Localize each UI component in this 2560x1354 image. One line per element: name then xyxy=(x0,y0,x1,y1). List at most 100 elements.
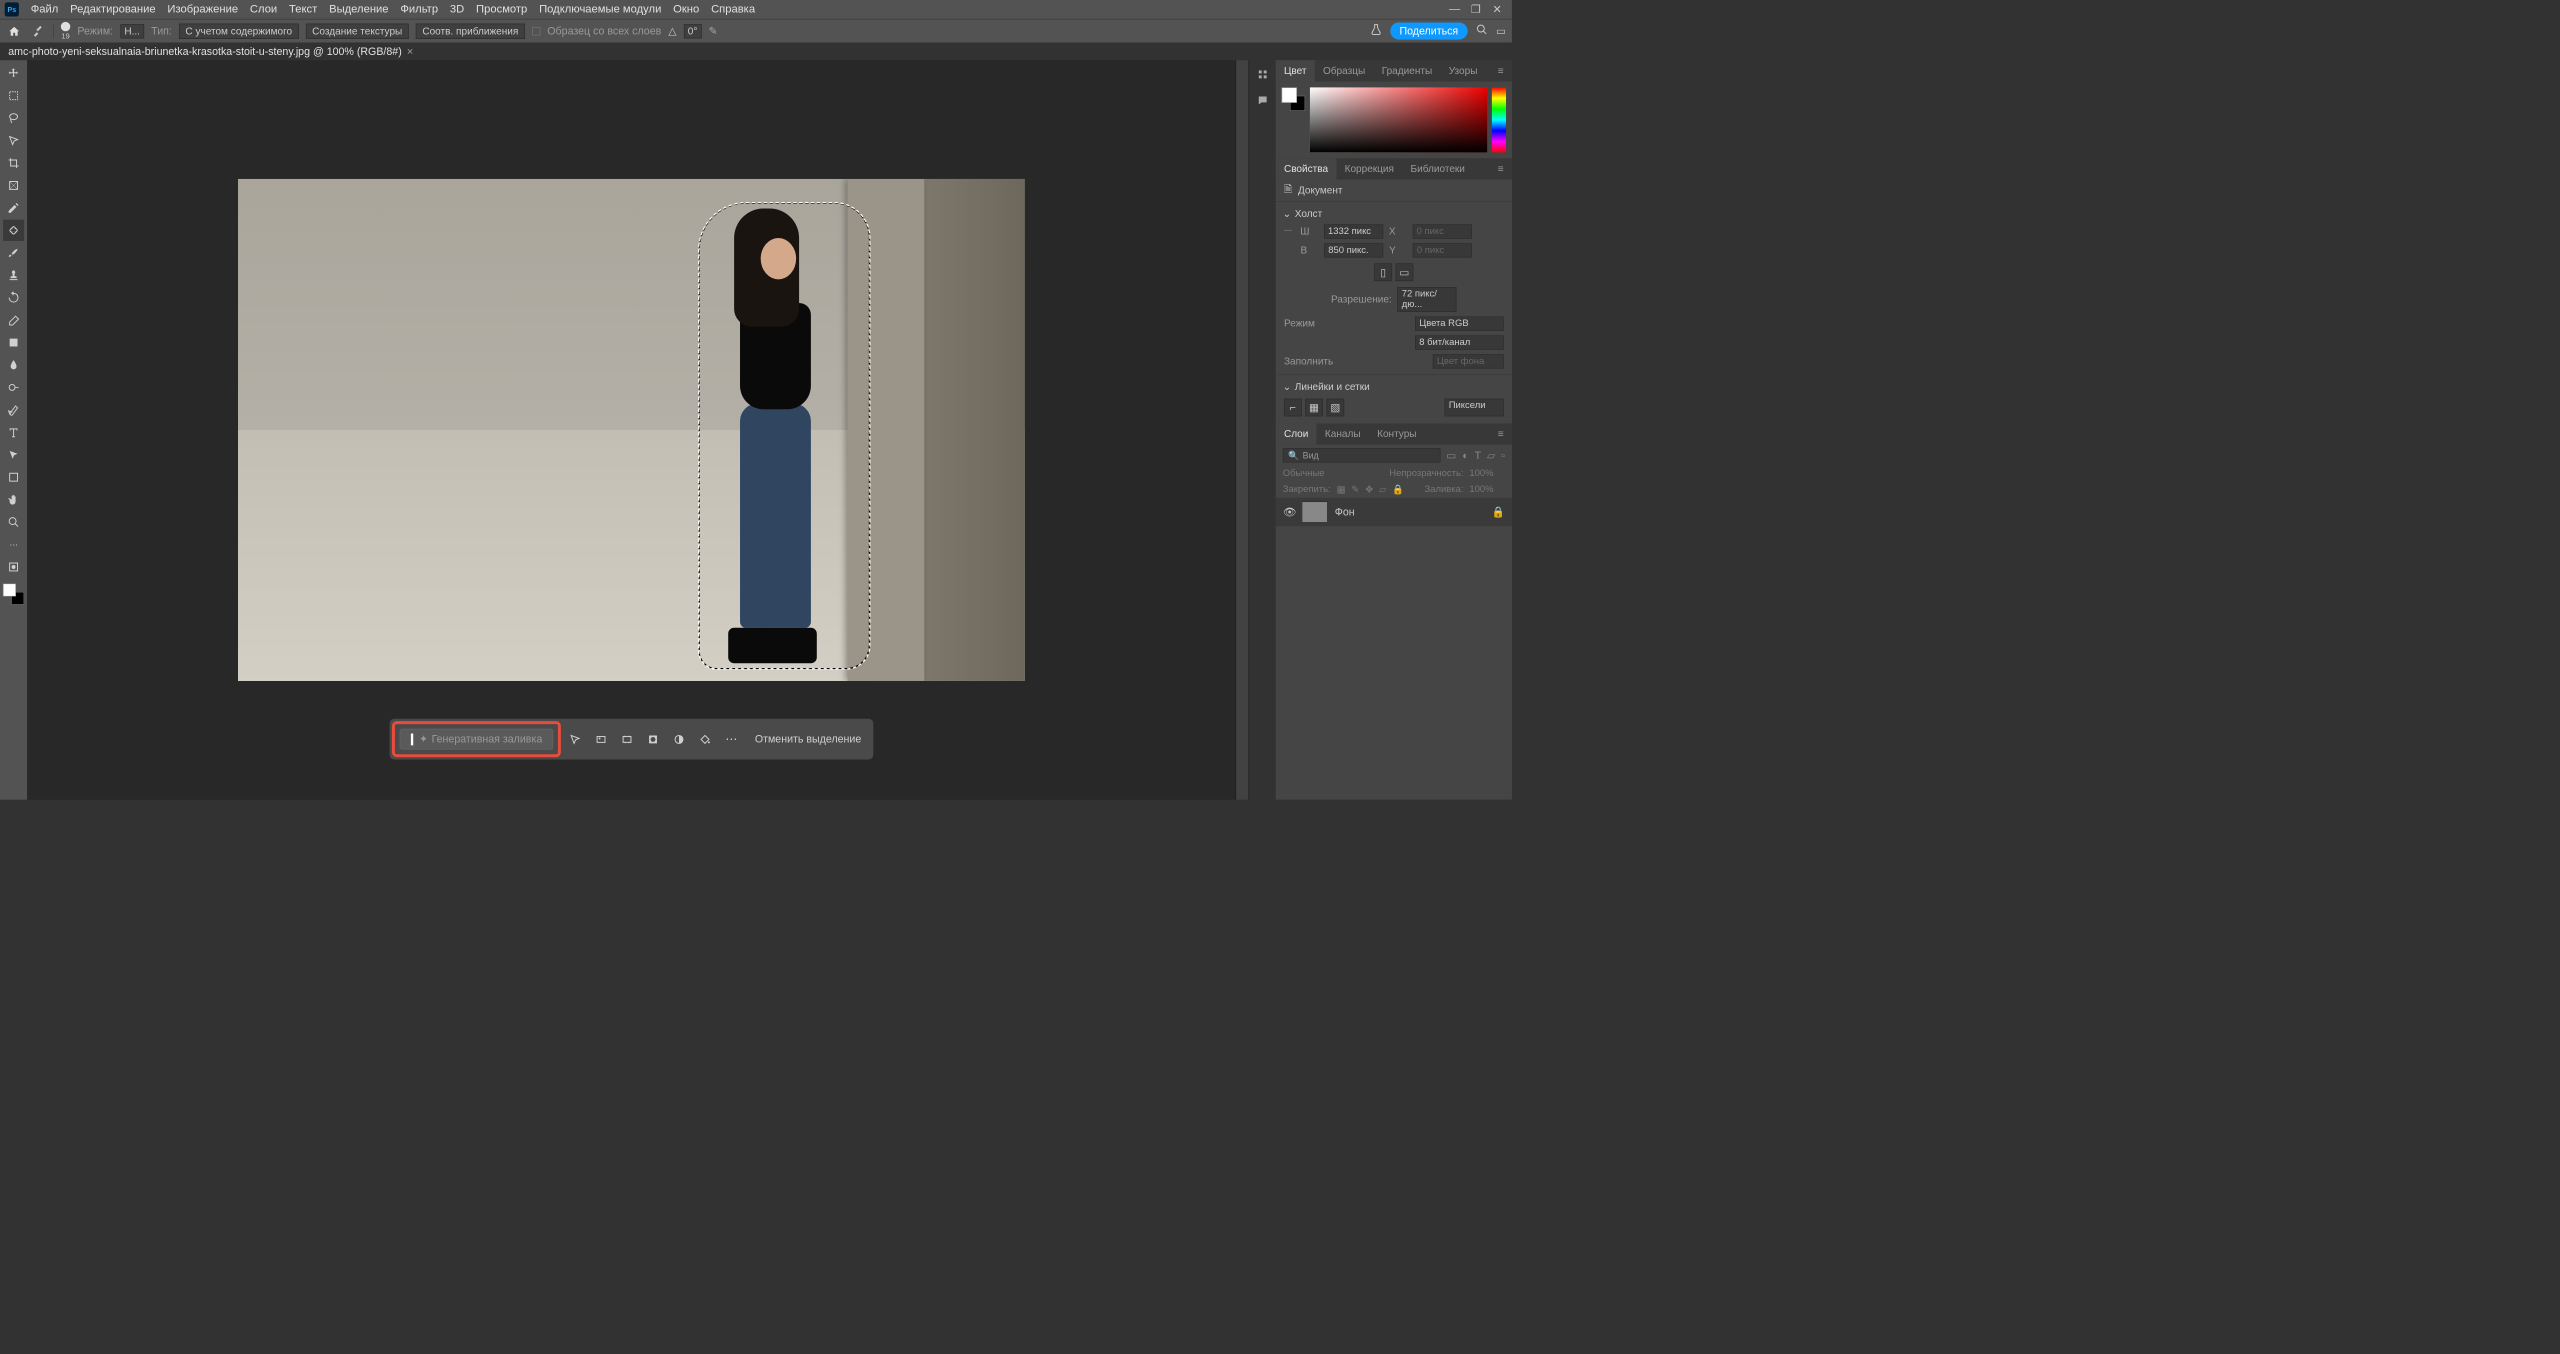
menu-edit[interactable]: Редактирование xyxy=(64,3,161,16)
fill-dropdown[interactable]: Цвет фона xyxy=(1433,354,1504,368)
marquee-tool-icon[interactable] xyxy=(3,85,24,106)
resolution-input[interactable]: 72 пикс/дю... xyxy=(1398,287,1457,312)
tab-paths[interactable]: Контуры xyxy=(1369,423,1425,444)
layer-item-background[interactable]: 👁 Фон 🔒 xyxy=(1276,498,1512,526)
type-tool-icon[interactable] xyxy=(3,422,24,443)
bit-depth-dropdown[interactable]: 8 бит/канал xyxy=(1415,335,1504,349)
search-icon[interactable] xyxy=(1476,24,1488,39)
menu-image[interactable]: Изображение xyxy=(162,3,244,16)
foreground-swatch[interactable] xyxy=(3,584,16,597)
guides-icon[interactable]: ▧ xyxy=(1326,399,1344,417)
lock-artboard-icon[interactable]: ▱ xyxy=(1379,484,1386,496)
tab-libraries[interactable]: Библиотеки xyxy=(1402,158,1473,179)
y-input[interactable]: 0 пикс xyxy=(1413,243,1472,257)
tab-gradients[interactable]: Градиенты xyxy=(1373,60,1440,81)
frame-tool-icon[interactable] xyxy=(3,175,24,196)
generative-fill-button[interactable]: ✦ Генеративная заливка xyxy=(400,729,554,750)
minimize-icon[interactable]: — xyxy=(1449,4,1460,15)
menu-layers[interactable]: Слои xyxy=(244,3,283,16)
filter-type-icon[interactable]: T xyxy=(1475,449,1481,461)
layer-visibility-icon[interactable]: 👁 xyxy=(1283,506,1295,518)
blend-mode-dropdown[interactable]: Обычные xyxy=(1283,468,1384,479)
orientation-portrait-icon[interactable]: ▯ xyxy=(1374,263,1392,281)
mode-dropdown[interactable]: Н... xyxy=(120,24,144,38)
type-create-texture-button[interactable]: Создание текстуры xyxy=(306,23,409,38)
color-swatch-pair[interactable] xyxy=(1282,87,1306,111)
adjustment-icon[interactable] xyxy=(667,727,691,751)
canvas-section-header[interactable]: ⌄ Холст xyxy=(1276,206,1512,223)
workspace-icon[interactable]: ▭ xyxy=(1496,25,1506,37)
height-input[interactable]: 850 пикс. xyxy=(1324,243,1383,257)
ruler-units-dropdown[interactable]: Пиксели xyxy=(1445,399,1504,417)
hue-slider[interactable] xyxy=(1492,87,1506,152)
ruler-icon[interactable]: ⌐ xyxy=(1284,399,1302,417)
home-icon[interactable] xyxy=(6,23,23,40)
gradient-tool-icon[interactable] xyxy=(3,332,24,353)
pressure-icon[interactable]: ✎ xyxy=(709,25,718,37)
color-field[interactable] xyxy=(1310,87,1487,152)
x-input[interactable]: 0 пикс xyxy=(1412,224,1471,238)
fill-icon[interactable] xyxy=(693,727,717,751)
brush-size-indicator[interactable]: 19 xyxy=(61,22,70,40)
comments-panel-icon[interactable] xyxy=(1254,92,1271,109)
tab-swatches[interactable]: Образцы xyxy=(1315,60,1374,81)
menu-plugins[interactable]: Подключаемые модули xyxy=(533,3,667,16)
eraser-tool-icon[interactable] xyxy=(3,309,24,330)
tab-patterns[interactable]: Узоры xyxy=(1440,60,1485,81)
filter-adjustment-icon[interactable]: ◐ xyxy=(1462,449,1468,461)
grid-icon[interactable]: ▦ xyxy=(1305,399,1323,417)
share-button[interactable]: Поделиться xyxy=(1390,22,1468,39)
close-tab-icon[interactable]: ✕ xyxy=(406,46,413,56)
crop-tool-icon[interactable] xyxy=(3,152,24,173)
history-brush-tool-icon[interactable] xyxy=(3,287,24,308)
menu-3d[interactable]: 3D xyxy=(444,3,470,16)
lock-pixels-icon[interactable]: ▦ xyxy=(1337,484,1346,496)
width-input[interactable]: 1332 пикс xyxy=(1324,224,1383,238)
remove-bg-icon[interactable] xyxy=(589,727,613,751)
lock-position-icon[interactable]: ✎ xyxy=(1351,484,1359,496)
layer-filter-dropdown[interactable]: 🔍 Вид xyxy=(1283,448,1441,462)
menu-window[interactable]: Окно xyxy=(667,3,705,16)
shape-tool-icon[interactable] xyxy=(3,467,24,488)
path-select-tool-icon[interactable] xyxy=(3,444,24,465)
select-subject-icon[interactable] xyxy=(564,727,588,751)
link-icon[interactable]: 𝄖 xyxy=(1284,226,1292,238)
lock-icon[interactable]: 🔒 xyxy=(1492,506,1505,518)
panel-menu-icon[interactable]: ≡ xyxy=(1490,60,1512,81)
fill-opacity-input[interactable]: 100% xyxy=(1469,484,1504,495)
filter-image-icon[interactable]: ▭ xyxy=(1446,449,1456,461)
tab-channels[interactable]: Каналы xyxy=(1317,423,1369,444)
document-tab[interactable]: amc-photo-yeni-seksualnaia-briunetka-kra… xyxy=(0,43,422,60)
tab-adjustments[interactable]: Коррекция xyxy=(1336,158,1402,179)
sample-all-checkbox[interactable] xyxy=(532,27,540,35)
edit-toolbar-icon[interactable]: ⋯ xyxy=(3,534,24,555)
close-icon[interactable]: ✕ xyxy=(1492,4,1503,15)
tab-color[interactable]: Цвет xyxy=(1276,60,1315,81)
menu-file[interactable]: Файл xyxy=(25,3,64,16)
menu-select[interactable]: Выделение xyxy=(323,3,394,16)
flask-icon[interactable] xyxy=(1370,24,1382,39)
brush-tool-icon[interactable] xyxy=(3,242,24,263)
lock-move-icon[interactable]: ✥ xyxy=(1365,484,1373,496)
more-icon[interactable]: ⋯ xyxy=(719,727,743,751)
deselect-button[interactable]: Отменить выделение xyxy=(745,733,870,745)
angle-input[interactable]: 0° xyxy=(684,24,702,38)
canvas[interactable]: ✦ Генеративная заливка ⋯ Отменить выделе… xyxy=(27,60,1235,799)
menu-text[interactable]: Текст xyxy=(283,3,323,16)
menu-help[interactable]: Справка xyxy=(705,3,761,16)
eyedropper-tool-icon[interactable] xyxy=(3,197,24,218)
document-image[interactable] xyxy=(238,179,1025,681)
panel-menu-icon[interactable]: ≡ xyxy=(1490,158,1512,179)
tab-properties[interactable]: Свойства xyxy=(1276,158,1337,179)
healing-brush-tool-icon[interactable] xyxy=(3,220,24,241)
maximize-icon[interactable]: ❐ xyxy=(1471,4,1482,15)
move-tool-icon[interactable] xyxy=(3,63,24,84)
menu-view[interactable]: Просмотр xyxy=(470,3,533,16)
type-proximity-button[interactable]: Соотв. приближения xyxy=(416,23,525,38)
panel-menu-icon[interactable]: ≡ xyxy=(1490,423,1512,444)
filter-shape-icon[interactable]: ▱ xyxy=(1487,449,1495,461)
orientation-landscape-icon[interactable]: ▭ xyxy=(1396,263,1414,281)
vertical-scrollbar[interactable] xyxy=(1236,60,1249,799)
quick-select-tool-icon[interactable] xyxy=(3,130,24,151)
blur-tool-icon[interactable] xyxy=(3,354,24,375)
